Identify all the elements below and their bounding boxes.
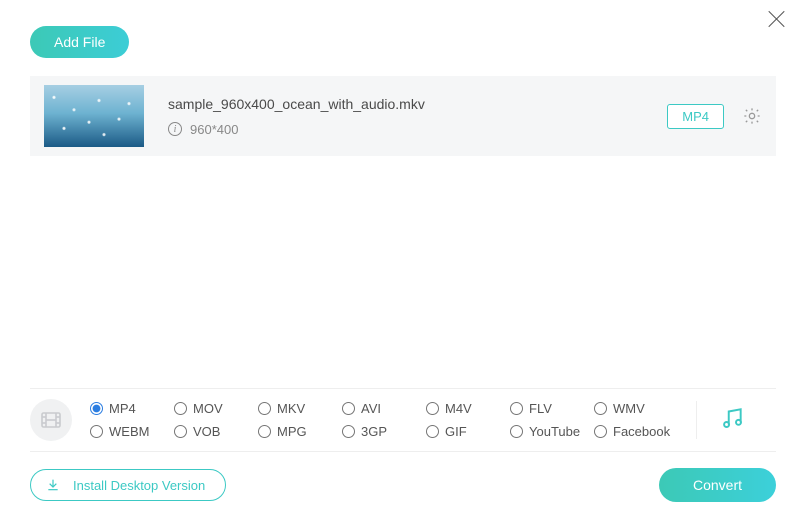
format-option-mov[interactable]: MOV <box>174 401 258 416</box>
file-name: sample_960x400_ocean_with_audio.mkv <box>168 96 667 112</box>
format-radio[interactable] <box>426 425 439 438</box>
format-option-mp4[interactable]: MP4 <box>90 401 174 416</box>
format-label: WEBM <box>109 424 149 439</box>
format-option-m4v[interactable]: M4V <box>426 401 510 416</box>
format-option-facebook[interactable]: Facebook <box>594 424 678 439</box>
format-label: M4V <box>445 401 472 416</box>
format-label: 3GP <box>361 424 387 439</box>
format-option-vob[interactable]: VOB <box>174 424 258 439</box>
music-icon[interactable] <box>715 401 749 440</box>
video-category-icon[interactable] <box>30 399 72 441</box>
format-label: WMV <box>613 401 645 416</box>
gear-icon[interactable] <box>742 106 762 126</box>
format-radio[interactable] <box>510 402 523 415</box>
format-radio[interactable] <box>426 402 439 415</box>
format-label: MP4 <box>109 401 136 416</box>
format-option-mpg[interactable]: MPG <box>258 424 342 439</box>
file-meta: i 960*400 <box>168 122 667 137</box>
add-file-button[interactable]: Add File <box>30 26 129 58</box>
formats-grid: MP4 MOV MKV AVI M4V FLV WMV WEBM VOB MPG 3GP GIF You… <box>90 401 678 439</box>
format-label: FLV <box>529 401 552 416</box>
close-icon[interactable] <box>766 8 788 30</box>
format-option-webm[interactable]: WEBM <box>90 424 174 439</box>
format-radio[interactable] <box>90 425 103 438</box>
format-radio[interactable] <box>174 425 187 438</box>
format-option-gif[interactable]: GIF <box>426 424 510 439</box>
format-option-flv[interactable]: FLV <box>510 401 594 416</box>
format-radio[interactable] <box>594 425 607 438</box>
format-bar: MP4 MOV MKV AVI M4V FLV WMV WEBM VOB MPG 3GP GIF You… <box>30 388 776 452</box>
info-icon[interactable]: i <box>168 122 182 136</box>
format-radio[interactable] <box>510 425 523 438</box>
install-desktop-label: Install Desktop Version <box>73 478 205 493</box>
format-label: MPG <box>277 424 307 439</box>
format-label: YouTube <box>529 424 580 439</box>
format-radio[interactable] <box>258 425 271 438</box>
file-row: sample_960x400_ocean_with_audio.mkv i 96… <box>30 76 776 156</box>
format-label: MOV <box>193 401 223 416</box>
format-label: VOB <box>193 424 220 439</box>
format-radio[interactable] <box>174 402 187 415</box>
format-option-avi[interactable]: AVI <box>342 401 426 416</box>
output-format-badge[interactable]: MP4 <box>667 104 724 129</box>
format-label: AVI <box>361 401 381 416</box>
format-radio[interactable] <box>258 402 271 415</box>
file-info: sample_960x400_ocean_with_audio.mkv i 96… <box>168 96 667 137</box>
convert-button[interactable]: Convert <box>659 468 776 502</box>
format-radio[interactable] <box>342 402 355 415</box>
install-desktop-button[interactable]: Install Desktop Version <box>30 469 226 501</box>
format-option-mkv[interactable]: MKV <box>258 401 342 416</box>
video-thumbnail[interactable] <box>44 85 144 147</box>
format-radio[interactable] <box>90 402 103 415</box>
format-label: MKV <box>277 401 305 416</box>
format-option-wmv[interactable]: WMV <box>594 401 678 416</box>
footer: Install Desktop Version Convert <box>30 468 776 502</box>
download-icon <box>45 477 61 493</box>
format-label: Facebook <box>613 424 670 439</box>
format-option-3gp[interactable]: 3GP <box>342 424 426 439</box>
file-resolution: 960*400 <box>190 122 238 137</box>
format-radio[interactable] <box>342 425 355 438</box>
format-radio[interactable] <box>594 402 607 415</box>
format-option-youtube[interactable]: YouTube <box>510 424 594 439</box>
divider <box>696 401 697 439</box>
format-label: GIF <box>445 424 467 439</box>
